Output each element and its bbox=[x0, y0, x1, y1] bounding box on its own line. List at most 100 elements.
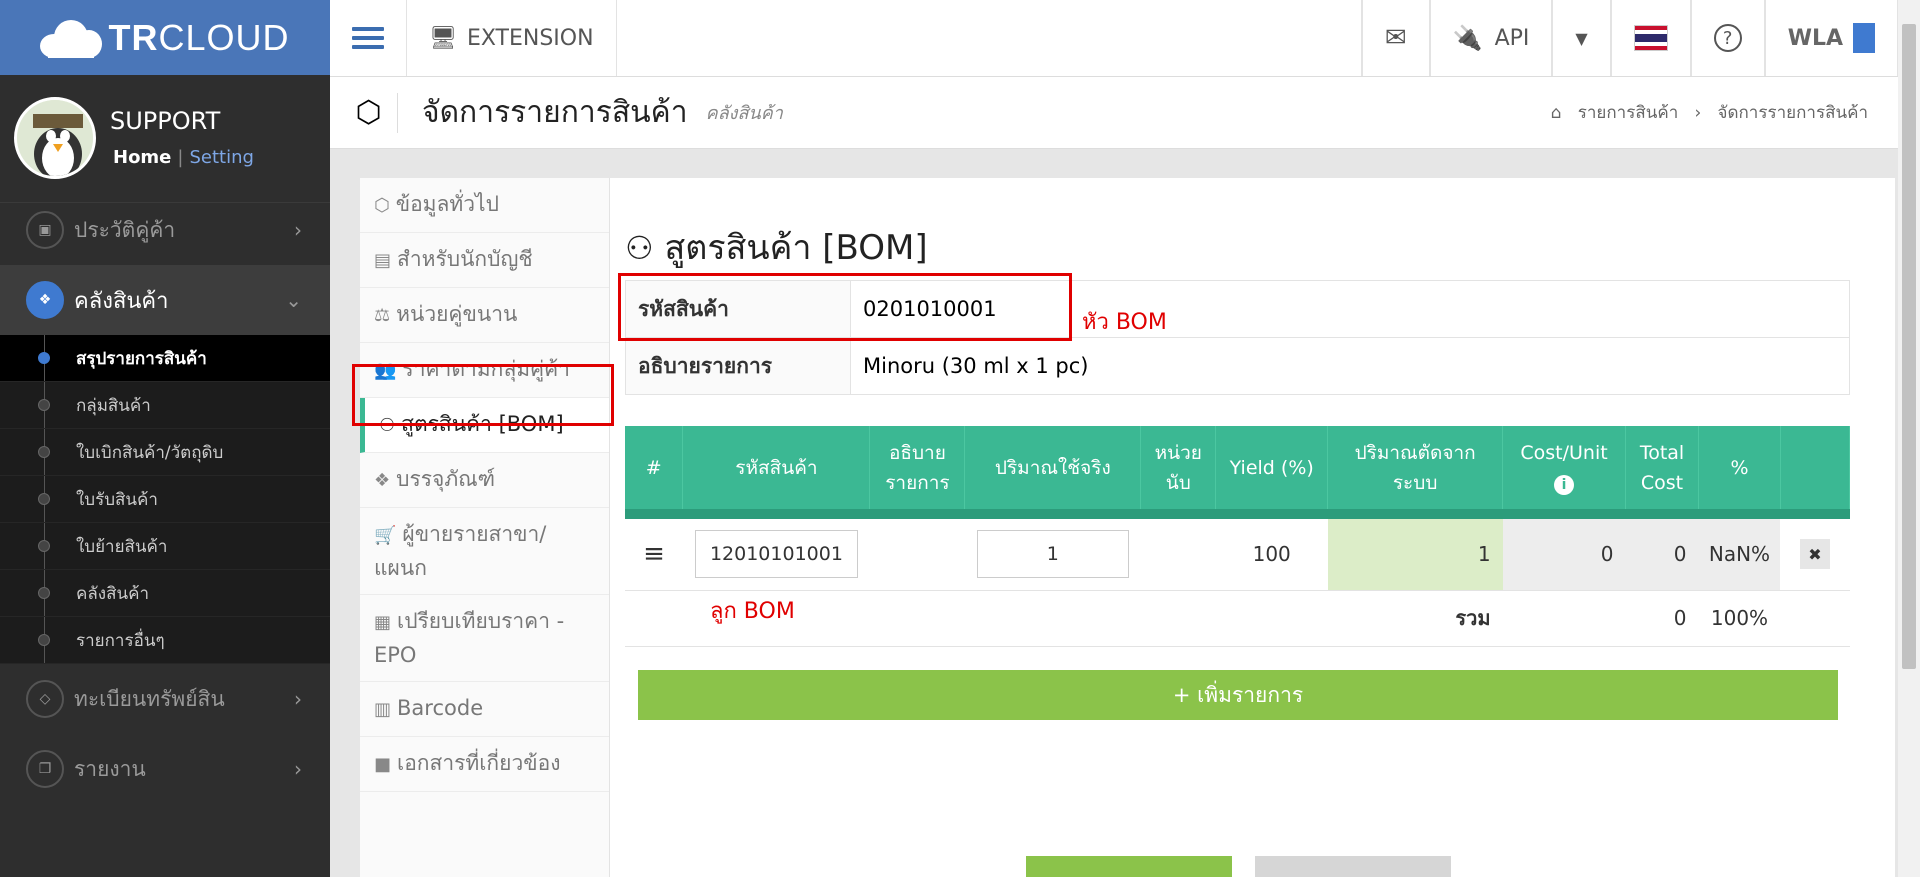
col-header: ปริมาณใช้จริง bbox=[964, 426, 1142, 519]
tab-epo[interactable]: ▦ เปรียบเทียบราคา - EPO bbox=[360, 595, 609, 682]
col-header: Total Cost bbox=[1625, 426, 1699, 519]
api-button[interactable]: 🔌 API bbox=[1429, 0, 1553, 76]
cost-unit-value: 0 bbox=[1502, 514, 1626, 591]
company-button[interactable]: WLA bbox=[1764, 0, 1898, 76]
box-icon: ⬡ bbox=[340, 92, 398, 133]
chevron-right-icon: › bbox=[294, 757, 302, 781]
avatar[interactable] bbox=[14, 97, 96, 179]
head-annotation: หัว BOM bbox=[1082, 310, 1167, 335]
sidebar-item-history[interactable]: ▣ ประวัติคู่ค้า › bbox=[0, 195, 330, 265]
chevron-down-icon: ⌄ bbox=[285, 288, 302, 312]
bom-title: ⚇ สูตรสินค้า [BOM] bbox=[625, 228, 928, 268]
home-icon[interactable]: ⌂ bbox=[1551, 103, 1562, 123]
desc-label: อธิบายรายการ bbox=[625, 337, 851, 395]
page-scrollbar[interactable] bbox=[1898, 0, 1920, 877]
col-header: อธิบาย รายการ bbox=[869, 426, 966, 519]
tab-documents[interactable]: ■ เอกสารที่เกี่ยวข้อง bbox=[360, 737, 609, 792]
drag-handle-icon[interactable]: ≡ bbox=[625, 514, 683, 591]
desc-value: Minoru (30 ml x 1 pc) bbox=[850, 337, 1850, 395]
cancel-button[interactable] bbox=[1255, 856, 1451, 877]
total-percent: 100% bbox=[1698, 590, 1781, 647]
breadcrumb: ⌂ รายการสินค้า › จัดการรายการสินค้า bbox=[1550, 103, 1869, 123]
col-header: # bbox=[625, 426, 684, 519]
total-row: รวม 0 100% bbox=[625, 590, 1850, 647]
tab-packaging[interactable]: ❖ บรรจุภัณฑ์ bbox=[360, 453, 609, 508]
tab-parallel-unit[interactable]: ⚖ หน่วยคู่ขนาน bbox=[360, 288, 609, 343]
product-tabs: ⬡ ข้อมูลทั่วไป ▤ สำหรับนักบัญชี ⚖ หน่วยคู่ข… bbox=[360, 178, 610, 877]
cubes-icon: ❖ bbox=[26, 281, 64, 319]
profile-name: SUPPORT bbox=[110, 107, 221, 135]
home-link[interactable]: Home bbox=[113, 147, 171, 168]
language-flag-button[interactable] bbox=[1610, 0, 1691, 76]
profile-panel: SUPPORT Home | Setting bbox=[0, 75, 330, 203]
brand-logo[interactable]: TRCLOUD bbox=[0, 0, 330, 75]
extension-label: EXTENSION bbox=[466, 25, 594, 51]
chevron-right-icon: › bbox=[294, 218, 302, 242]
sidebar-sub-item[interactable]: คลังสินค้า bbox=[0, 570, 330, 617]
tab-accountant[interactable]: ▤ สำหรับนักบัญชี bbox=[360, 233, 609, 288]
question-icon: ? bbox=[1713, 24, 1742, 52]
book-icon: ▤ bbox=[374, 250, 392, 271]
envelope-icon: ✉ bbox=[1384, 23, 1407, 53]
cart-icon: 🛒 bbox=[374, 525, 397, 546]
sidebar-sub-item[interactable]: กลุ่มสินค้า bbox=[0, 382, 330, 429]
table-row: ≡ 12010101001 1 100 1 0 0 NaN% ✖ bbox=[625, 514, 1850, 591]
contact-icon: ▣ bbox=[26, 211, 64, 249]
folder-icon: ■ bbox=[374, 754, 392, 775]
add-item-button[interactable]: + เพิ่มรายการ bbox=[638, 670, 1838, 720]
hamburger-icon bbox=[352, 22, 384, 54]
page-title: จัดการรายการสินค้า bbox=[422, 95, 688, 130]
tab-general[interactable]: ⬡ ข้อมูลทั่วไป bbox=[360, 178, 609, 233]
sidebar-sub-item[interactable]: รายการอื่นๆ bbox=[0, 617, 330, 664]
highlight-bom-head bbox=[618, 273, 1072, 341]
extension-button[interactable]: 🖥 EXTENSION bbox=[407, 0, 617, 76]
sidebar-item-label: ทะเบียนทรัพย์สิน bbox=[74, 686, 225, 711]
qty-input[interactable]: 1 bbox=[976, 530, 1129, 579]
sidebar: SUPPORT Home | Setting ▣ ประวัติคู่ค้า › ❖… bbox=[0, 75, 330, 877]
total-cost-value: 0 bbox=[1625, 514, 1699, 591]
tab-branch-vendor[interactable]: 🛒 ผู้ขายรายสาขา/แผนก bbox=[360, 508, 609, 595]
col-header: Cost/Unit i bbox=[1502, 426, 1627, 519]
dropbox-icon: ❖ bbox=[374, 470, 391, 491]
thai-flag-icon bbox=[1633, 25, 1668, 51]
setting-link[interactable]: Setting bbox=[189, 147, 253, 168]
breadcrumb-item[interactable]: รายการสินค้า bbox=[1578, 103, 1679, 123]
dropdown-button[interactable]: ▼ bbox=[1552, 0, 1611, 76]
menu-toggle-button[interactable] bbox=[330, 0, 407, 76]
system-qty-value: 1 bbox=[1327, 514, 1503, 591]
col-header: หน่วย นับ bbox=[1140, 426, 1217, 519]
percent-value: NaN% bbox=[1698, 514, 1781, 591]
info-icon[interactable]: i bbox=[1554, 474, 1575, 495]
item-code-input[interactable]: 12010101001 bbox=[694, 530, 858, 579]
report-icon: ❐ bbox=[26, 750, 64, 788]
sidebar-sub-item[interactable]: สรุปรายการสินค้า bbox=[0, 335, 330, 382]
breadcrumb-item: จัดการรายการสินค้า bbox=[1717, 103, 1869, 123]
top-bar: 🖥 EXTENSION ✉ 🔌 API ▼ ? WLA bbox=[330, 0, 1898, 77]
sidebar-item-inventory[interactable]: ❖ คลังสินค้า ⌄ bbox=[0, 265, 330, 335]
sidebar-item-label: คลังสินค้า bbox=[74, 288, 169, 314]
sidebar-item-assets[interactable]: ◇ ทะเบียนทรัพย์สิน › bbox=[0, 664, 330, 734]
tab-barcode[interactable]: ▥ Barcode bbox=[360, 682, 609, 737]
scale-icon: ⚖ bbox=[374, 305, 391, 326]
sidebar-sub-item[interactable]: ใบเบิกสินค้า/วัตถุดิบ bbox=[0, 429, 330, 476]
save-button[interactable] bbox=[1026, 856, 1232, 877]
col-header: ปริมาณตัดจาก ระบบ bbox=[1327, 426, 1504, 519]
col-header: รหัสสินค้า bbox=[682, 426, 871, 519]
mail-button[interactable]: ✉ bbox=[1361, 0, 1430, 76]
help-button[interactable]: ? bbox=[1690, 0, 1765, 76]
caret-down-icon: ▼ bbox=[1575, 28, 1588, 48]
yield-value: 100 bbox=[1215, 514, 1328, 591]
barcode-icon: ▥ bbox=[374, 699, 392, 720]
sidebar-item-report[interactable]: ❐ รายงาน › bbox=[0, 734, 330, 804]
child-annotation: ลูก BOM bbox=[710, 599, 795, 624]
highlight-bom-tab bbox=[352, 364, 614, 426]
delete-row-button[interactable]: ✖ bbox=[1799, 539, 1830, 570]
sidebar-sub-item[interactable]: ใบย้ายสินค้า bbox=[0, 523, 330, 570]
sidebar-item-label: ประวัติคู่ค้า bbox=[74, 217, 176, 242]
monitor-icon: 🖥 bbox=[429, 25, 457, 51]
col-header: Yield (%) bbox=[1215, 426, 1329, 519]
sidebar-sub-item[interactable]: ใบรับสินค้า bbox=[0, 476, 330, 523]
page-header: ⬡ จัดการรายการสินค้า คลังสินค้า ⌂ รายการ… bbox=[330, 77, 1898, 149]
building-icon bbox=[1853, 23, 1875, 53]
sitemap-icon: ⚇ bbox=[625, 229, 654, 267]
